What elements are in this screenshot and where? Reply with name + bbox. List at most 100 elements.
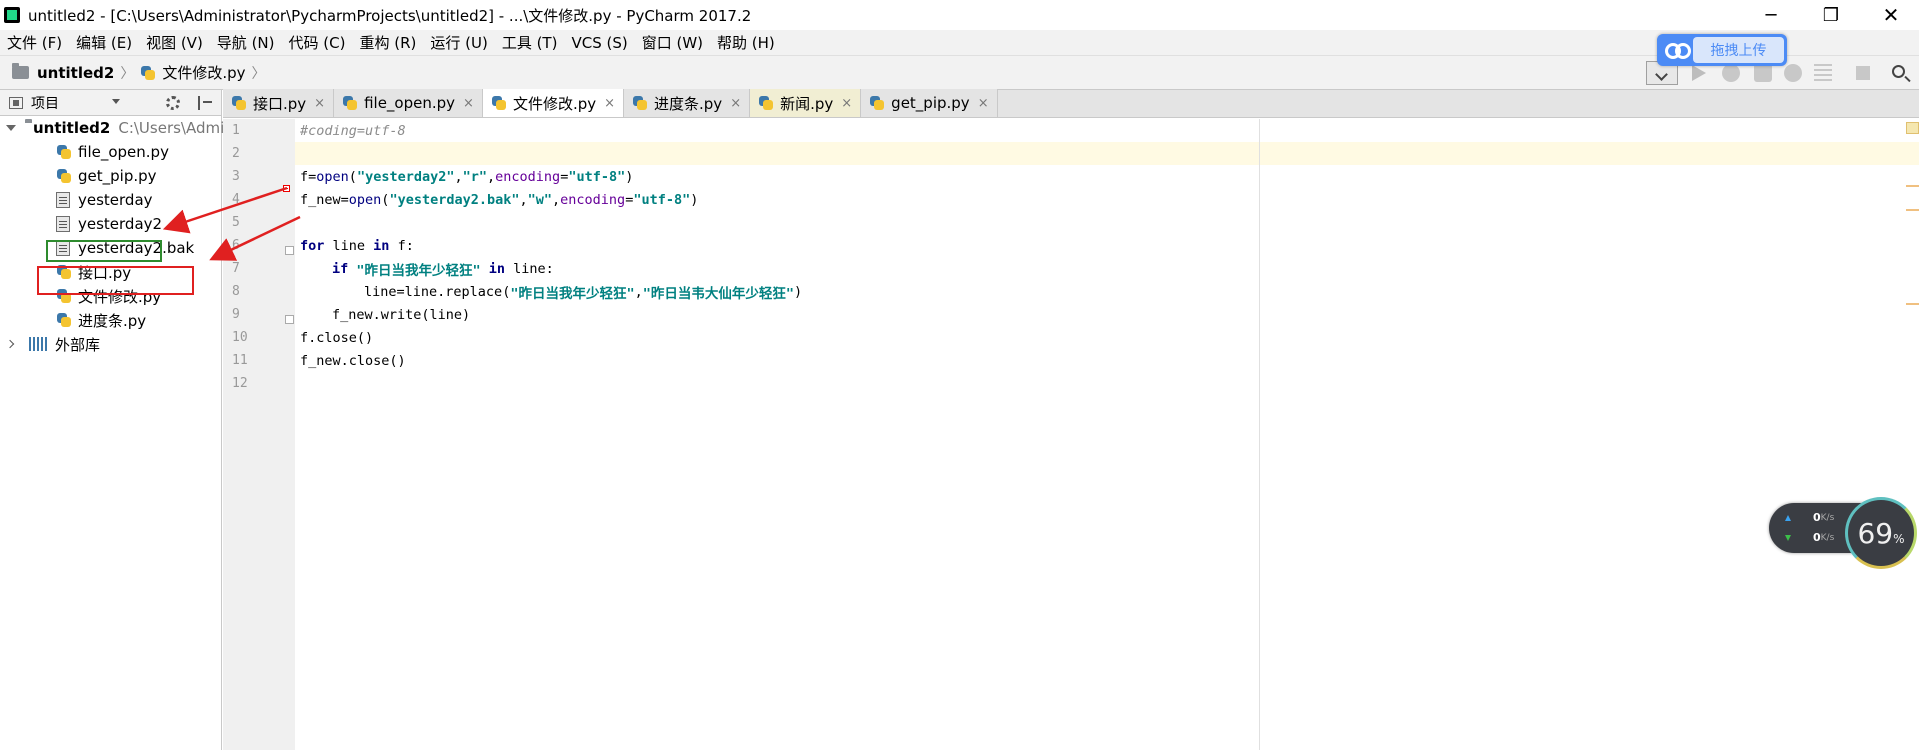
code-token: ,: [454, 168, 463, 185]
tab-get-pip[interactable]: get_pip.py ×: [861, 89, 998, 117]
scrollbar-markers[interactable]: [1906, 122, 1919, 322]
expand-arrow-icon[interactable]: [6, 125, 16, 131]
python-file-icon: [869, 95, 885, 111]
search-icon[interactable]: [1892, 65, 1905, 78]
tab-jindutiao[interactable]: 进度条.py ×: [624, 89, 751, 117]
debug-icon[interactable]: [1722, 64, 1740, 82]
tree-item-yesterday2[interactable]: yesterday2: [0, 212, 221, 236]
code-string: "昨日当韦大仙年少轻狂": [642, 285, 794, 302]
menu-vcs[interactable]: VCS (S): [564, 34, 634, 52]
menu-view[interactable]: 视图 (V): [139, 32, 210, 53]
tree-root[interactable]: untitled2 C:\Users\Admi: [0, 116, 224, 140]
tree-item-file-open[interactable]: file_open.py: [0, 140, 221, 164]
fold-icon[interactable]: [285, 246, 294, 255]
tab-close-icon[interactable]: ×: [314, 96, 325, 111]
code-token: f:: [389, 237, 414, 254]
upload-label[interactable]: 拖拽上传: [1693, 37, 1784, 63]
inspection-status-icon[interactable]: [1906, 122, 1919, 134]
code-kwarg: encoding: [560, 191, 626, 208]
python-file-icon: [758, 95, 774, 111]
tab-close-icon[interactable]: ×: [463, 96, 474, 111]
tab-label: file_open.py: [364, 94, 456, 112]
python-file-icon: [140, 65, 156, 81]
code-token: ,: [552, 191, 561, 208]
tree-item-yesterday[interactable]: yesterday: [0, 188, 221, 212]
root-folder-name: untitled2: [33, 119, 111, 137]
tree-item-label: get_pip.py: [78, 167, 157, 185]
chevron-right-icon[interactable]: [5, 339, 15, 349]
code-string: "yesterday2": [356, 168, 455, 185]
code-line-9: f_new.write(line): [300, 303, 802, 326]
breadcrumb: untitled2 〉 文件修改.py 〉: [12, 62, 272, 83]
menu-bar: 文件 (F) 编辑 (E) 视图 (V) 导航 (N) 代码 (C) 重构 (R…: [0, 30, 1919, 56]
breadcrumb-project[interactable]: untitled2: [37, 64, 114, 82]
tree-item-jindutiao[interactable]: 进度条.py: [0, 308, 221, 332]
tab-close-icon[interactable]: ×: [730, 96, 741, 111]
maximize-button[interactable]: ❐: [1801, 0, 1861, 30]
menu-tools[interactable]: 工具 (T): [495, 32, 565, 53]
tab-xinwen[interactable]: 新闻.py ×: [750, 89, 862, 117]
fold-icon[interactable]: [285, 315, 294, 324]
code-line-1: #coding=utf-8: [300, 119, 802, 142]
menu-help[interactable]: 帮助 (H): [710, 32, 782, 53]
minimize-button[interactable]: ─: [1741, 0, 1801, 30]
tree-item-label: yesterday2: [78, 215, 163, 233]
cloud-icon: [1659, 37, 1693, 63]
code-token: (: [348, 168, 357, 185]
menu-code[interactable]: 代码 (C): [282, 32, 353, 53]
stop-icon[interactable]: [1856, 66, 1870, 80]
gear-icon[interactable]: [166, 96, 180, 110]
tab-jiekou[interactable]: 接口.py ×: [223, 89, 335, 117]
title-bar: untitled2 - [C:\Users\Administrator\Pych…: [0, 0, 1919, 30]
tree-item-get-pip[interactable]: get_pip.py: [0, 164, 221, 188]
line-number: 2: [232, 146, 240, 161]
chevron-down-icon[interactable]: [112, 99, 120, 104]
tab-wenjianxiugai[interactable]: 文件修改.py ×: [482, 89, 625, 117]
code-string: "昨日当我年少轻狂": [510, 285, 635, 302]
code-token: open: [348, 191, 382, 208]
code-keyword: in: [488, 260, 506, 277]
network-speed-widget[interactable]: 0 K/s 0 K/s 69 %: [1769, 497, 1919, 569]
project-panel-title[interactable]: 项目: [31, 93, 59, 113]
tasks-icon[interactable]: [1814, 64, 1832, 82]
scroll-mark[interactable]: [1906, 185, 1919, 187]
menu-run[interactable]: 运行 (U): [423, 32, 494, 53]
line-number: 12: [232, 376, 248, 391]
tab-close-icon[interactable]: ×: [978, 96, 989, 111]
tree-item-label: file_open.py: [78, 143, 169, 161]
tab-file-open[interactable]: file_open.py ×: [334, 89, 483, 117]
tab-close-icon[interactable]: ×: [841, 96, 852, 111]
code-token: f: [300, 168, 309, 185]
code-token: =: [308, 168, 317, 185]
code-token: f_new.close(): [300, 352, 406, 369]
menu-edit[interactable]: 编辑 (E): [69, 32, 139, 53]
tree-item-external-libraries[interactable]: 外部库: [0, 332, 221, 356]
code-line-4: f_new = open("yesterday2.bak", "w", encoding…: [300, 188, 802, 211]
library-icon: [29, 337, 47, 351]
highlight-box-green: [46, 240, 162, 262]
code-editor[interactable]: 1 2 3 4 5 6 7 8 9 10 11 12 #coding=utf-8…: [223, 119, 1919, 750]
menu-window[interactable]: 窗口 (W): [635, 32, 710, 53]
tab-label: 文件修改.py: [512, 94, 597, 113]
python-file-icon: [56, 312, 72, 328]
profile-icon[interactable]: [1784, 64, 1802, 82]
memory-usage-gauge[interactable]: 69 %: [1845, 497, 1917, 569]
menu-navigate[interactable]: 导航 (N): [210, 32, 282, 53]
line-marker-icon[interactable]: [283, 185, 290, 192]
run-icon[interactable]: [1692, 65, 1706, 81]
scroll-mark[interactable]: [1906, 303, 1919, 305]
close-button[interactable]: ✕: [1861, 0, 1919, 30]
line-number-gutter: 1 2 3 4 5 6 7 8 9 10 11 12: [223, 119, 295, 750]
breadcrumb-file[interactable]: 文件修改.py: [162, 62, 245, 83]
code-token: ): [625, 168, 634, 185]
menu-file[interactable]: 文件 (F): [0, 32, 69, 53]
code-string: "昨日当我年少轻狂": [348, 262, 489, 279]
menu-refactor[interactable]: 重构 (R): [352, 32, 423, 53]
hide-panel-icon[interactable]: [198, 96, 212, 110]
coverage-icon[interactable]: [1754, 64, 1772, 82]
tab-close-icon[interactable]: ×: [604, 96, 615, 111]
upload-value: 0: [1813, 511, 1821, 524]
scroll-mark[interactable]: [1906, 209, 1919, 211]
navigation-bar: untitled2 〉 文件修改.py 〉: [0, 56, 1919, 90]
baidu-upload-widget[interactable]: 拖拽上传: [1657, 34, 1787, 66]
